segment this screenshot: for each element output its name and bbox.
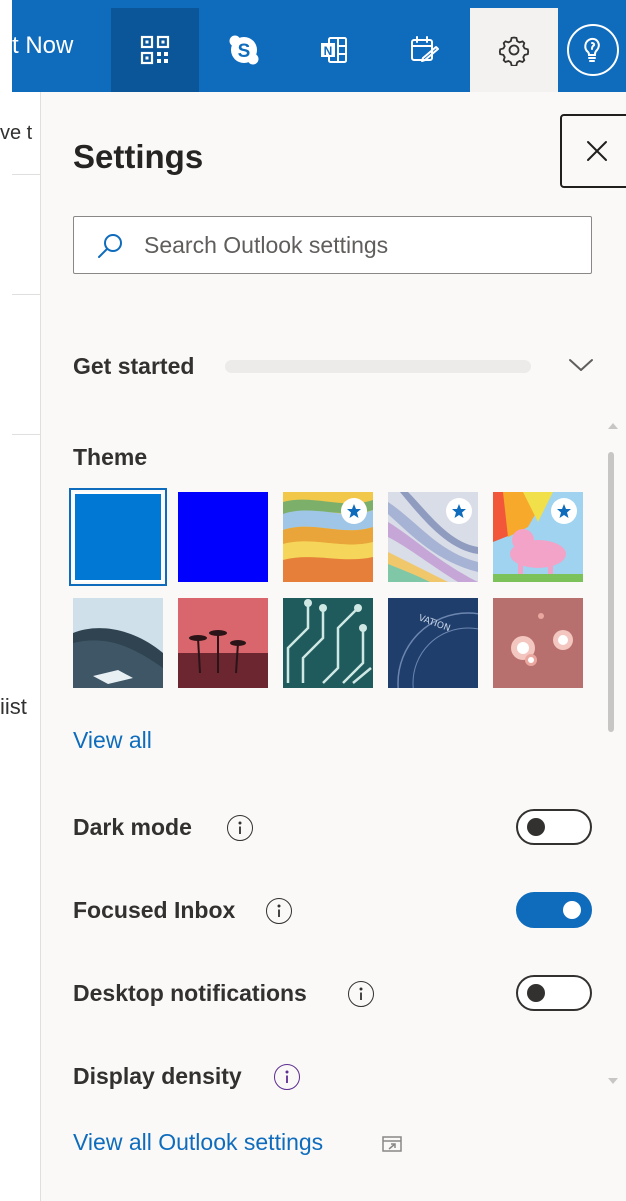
theme-tile-silver-ribbon[interactable]: [388, 492, 478, 582]
divider: [12, 434, 40, 435]
help-circle: [567, 24, 619, 76]
open-in-new-window-icon: [382, 1136, 402, 1152]
bokeh-lights-image: [493, 598, 583, 688]
view-all-outlook-settings-link[interactable]: View all Outlook settings: [73, 1129, 323, 1156]
info-icon[interactable]: [266, 898, 292, 924]
onenote-feed-icon: N: [321, 37, 347, 63]
display-density-label: Display density: [73, 1063, 242, 1089]
get-started-progress: [225, 360, 531, 373]
theme-tile-circuit[interactable]: [283, 598, 373, 688]
close-settings-button[interactable]: [560, 114, 626, 188]
desktop-notifications-toggle[interactable]: [516, 975, 592, 1011]
search-input[interactable]: [142, 217, 576, 274]
settings-panel: Settings Get started Theme: [41, 92, 626, 1201]
view-all-themes-link[interactable]: View all: [73, 727, 152, 754]
theme-grid: VATION: [69, 488, 588, 692]
desktop-notifications-label: Desktop notifications: [73, 980, 307, 1006]
featured-star-badge: [551, 498, 577, 524]
dark-mode-toggle[interactable]: [516, 809, 592, 845]
elevation-image: VATION: [388, 598, 478, 688]
my-day-icon: [411, 36, 439, 62]
meet-now-label[interactable]: t Now: [12, 0, 73, 92]
star-icon: [347, 504, 361, 518]
info-icon[interactable]: [348, 981, 374, 1007]
theme-tile-mountain[interactable]: [73, 598, 163, 688]
focused-inbox-toggle[interactable]: [516, 892, 592, 928]
theme-tile-bokeh-lights[interactable]: [493, 598, 583, 688]
scroll-up-arrow-icon[interactable]: [607, 422, 619, 430]
svg-text:N: N: [324, 44, 333, 58]
theme-tile-unicorn[interactable]: [493, 492, 583, 582]
featured-star-badge: [341, 498, 367, 524]
theme-tile-blue[interactable]: [69, 488, 167, 586]
mountain-image: [73, 598, 163, 688]
featured-star-badge: [446, 498, 472, 524]
circuit-image: [283, 598, 373, 688]
get-started-label[interactable]: Get started: [73, 353, 194, 380]
qr-code-button[interactable]: [111, 8, 199, 92]
toggle-knob: [527, 984, 545, 1002]
settings-title: Settings: [73, 138, 204, 175]
toggle-knob: [563, 901, 581, 919]
divider: [12, 294, 40, 295]
theme-tile-bright-blue[interactable]: [178, 492, 268, 582]
star-icon: [557, 504, 571, 518]
theme-tile-colorful-wave[interactable]: [283, 492, 373, 582]
top-bar: t Now S N: [0, 0, 626, 92]
top-bar-edge: [0, 0, 12, 92]
theme-label: Theme: [73, 444, 148, 470]
skype-button[interactable]: S: [200, 8, 288, 92]
scroll-down-arrow-icon[interactable]: [607, 1077, 619, 1085]
settings-button[interactable]: [470, 8, 558, 92]
gear-icon: [498, 36, 530, 66]
star-icon: [452, 504, 466, 518]
lightbulb-help-icon: [584, 37, 600, 62]
help-button[interactable]: [560, 8, 626, 92]
focused-inbox-label: Focused Inbox: [73, 897, 236, 923]
svg-text:S: S: [238, 41, 251, 62]
background-text-fragment: iist: [0, 694, 27, 719]
qr-code-icon: [140, 35, 170, 65]
close-icon: [587, 141, 607, 161]
my-day-button[interactable]: [380, 8, 468, 92]
skype-icon: S: [229, 35, 259, 65]
palm-sunset-image: [178, 598, 268, 688]
chevron-down-icon[interactable]: [568, 355, 594, 375]
search-icon: [98, 234, 122, 258]
dark-mode-label: Dark mode: [73, 814, 192, 840]
toggle-knob: [527, 818, 545, 836]
settings-search-box[interactable]: [73, 216, 592, 274]
background-mail-list: ve t iist: [0, 92, 41, 1201]
settings-scrollbar[interactable]: [607, 423, 618, 762]
scrollbar-thumb[interactable]: [608, 452, 614, 732]
theme-tile-palm-sunset[interactable]: [178, 598, 268, 688]
info-icon[interactable]: [274, 1064, 300, 1090]
background-text-fragment: ve t: [0, 122, 33, 144]
onenote-feed-button[interactable]: N: [290, 8, 378, 92]
theme-tile-elevation[interactable]: VATION: [388, 598, 478, 688]
info-icon[interactable]: [227, 815, 253, 841]
divider: [12, 174, 40, 175]
